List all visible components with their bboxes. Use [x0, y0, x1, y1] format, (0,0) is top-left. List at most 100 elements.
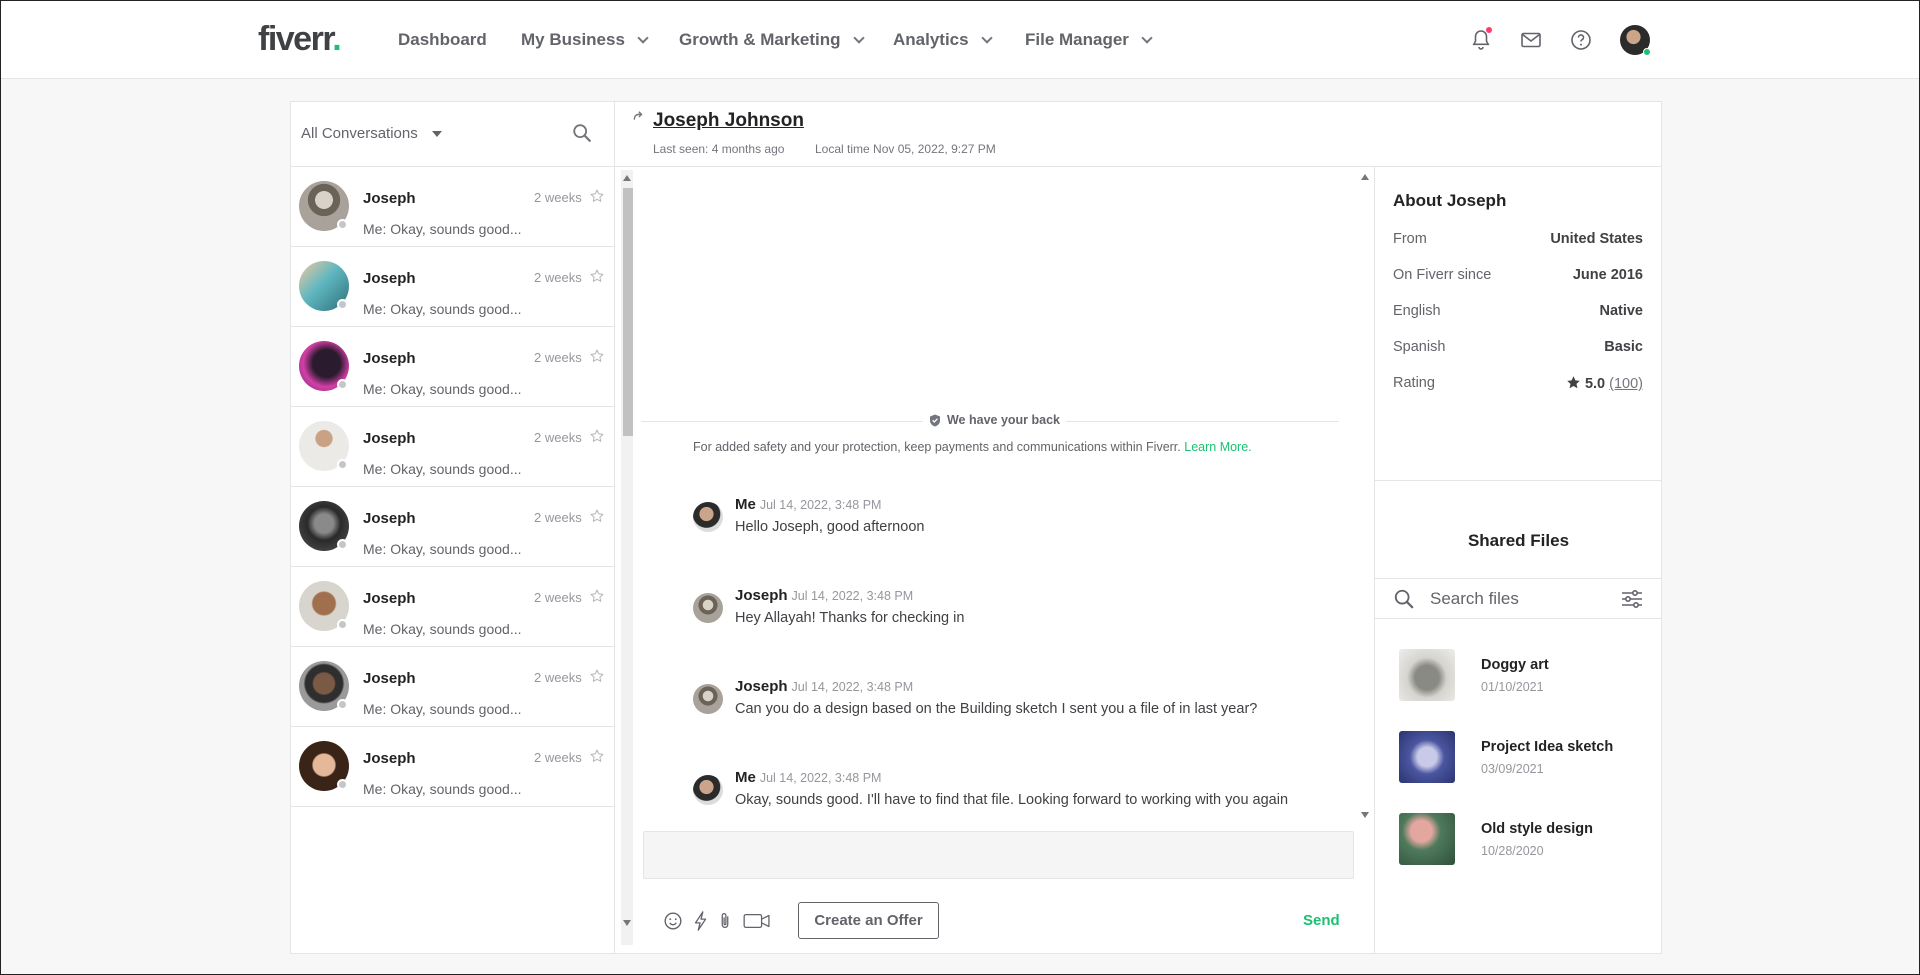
star-icon[interactable]	[589, 588, 605, 604]
conversation-list-panel: All Conversations Joseph 2 weeks Me: Oka…	[291, 102, 615, 953]
safety-notice-title: We have your back	[615, 413, 1374, 432]
shared-file-item[interactable]: Doggy art 01/10/2021	[1399, 649, 1649, 701]
shared-file-item[interactable]: Old style design 10/28/2020	[1399, 813, 1649, 865]
conversation-item[interactable]: Joseph 2 weeks Me: Okay, sounds good...	[291, 727, 614, 807]
conversation-item[interactable]: Joseph 2 weeks Me: Okay, sounds good...	[291, 167, 614, 247]
star-icon[interactable]	[589, 348, 605, 364]
shield-icon	[929, 414, 940, 426]
shared-file-item[interactable]: Project Idea sketch 03/09/2021	[1399, 731, 1649, 783]
conversation-name: Joseph	[363, 350, 416, 367]
chevron-down-icon	[980, 31, 993, 44]
sender-name: Me	[735, 769, 756, 786]
notification-dot	[1486, 27, 1492, 33]
video-call-icon[interactable]	[741, 910, 773, 932]
star-icon[interactable]	[589, 188, 605, 204]
scroll-up-arrow-icon[interactable]	[623, 175, 631, 181]
messages-scroll-up-arrow-icon[interactable]	[1361, 174, 1369, 180]
about-key: Rating	[1393, 375, 1435, 391]
conversation-item[interactable]: Joseph 2 weeks Me: Okay, sounds good...	[291, 567, 614, 647]
messages-scroll-down-arrow-icon[interactable]	[1361, 812, 1369, 818]
contact-name-link[interactable]: Joseph Johnson	[653, 110, 804, 132]
star-icon[interactable]	[589, 748, 605, 764]
nav-analytics[interactable]: Analytics	[893, 30, 993, 50]
about-key: On Fiverr since	[1393, 267, 1492, 283]
file-name: Doggy art	[1481, 657, 1549, 673]
nav-dashboard[interactable]: Dashboard	[398, 30, 487, 50]
file-date: 10/28/2020	[1481, 844, 1544, 858]
safety-body: For added safety and your protection, ke…	[693, 440, 1181, 454]
online-status-dot	[1643, 48, 1651, 56]
message-time: Jul 14, 2022, 3:48 PM	[759, 771, 882, 785]
conversation-list-scrollbar[interactable]	[621, 170, 633, 945]
message-text: Hey Allayah! Thanks for checking in	[735, 610, 965, 626]
search-icon[interactable]	[571, 122, 593, 144]
learn-more-link[interactable]: Learn More.	[1184, 440, 1251, 454]
file-thumbnail	[1399, 813, 1455, 865]
inbox-card: All Conversations Joseph 2 weeks Me: Oka…	[290, 101, 1662, 954]
chevron-down-icon	[637, 31, 649, 44]
about-value: United States	[1550, 231, 1643, 247]
offline-status-dot	[337, 699, 348, 710]
conversation-name: Joseph	[363, 670, 416, 687]
file-date: 03/09/2021	[1481, 762, 1544, 776]
safety-title-text: We have your back	[946, 413, 1060, 427]
conversation-preview: Me: Okay, sounds good...	[363, 701, 522, 717]
conversation-time: 2 weeks	[534, 750, 582, 765]
star-icon[interactable]	[589, 508, 605, 524]
rating-score: 5.0	[1584, 376, 1606, 392]
filter-settings-icon[interactable]	[1621, 589, 1643, 609]
conversation-preview: Me: Okay, sounds good...	[363, 221, 522, 237]
conversation-item[interactable]: Joseph 2 weeks Me: Okay, sounds good...	[291, 247, 614, 327]
nav-label: File Manager	[1025, 30, 1129, 49]
star-icon[interactable]	[589, 268, 605, 284]
file-thumbnail	[1399, 649, 1455, 701]
fiverr-logo[interactable]: fiverr.	[258, 20, 342, 59]
emoji-icon[interactable]	[662, 910, 684, 932]
nav-label: Growth & Marketing	[679, 30, 841, 49]
conversation-preview: Me: Okay, sounds good...	[363, 781, 522, 797]
about-row-since: On Fiverr since June 2016	[1393, 267, 1643, 283]
message-compose-input[interactable]	[643, 831, 1354, 879]
message-text: Okay, sounds good. I'll have to find tha…	[735, 792, 1289, 808]
scroll-thumb[interactable]	[623, 188, 633, 436]
sender-name: Joseph	[735, 678, 788, 695]
conversation-item[interactable]: Joseph 2 weeks Me: Okay, sounds good...	[291, 647, 614, 727]
conversation-preview: Me: Okay, sounds good...	[363, 301, 522, 317]
rating-count-link[interactable]: (100)	[1609, 376, 1643, 392]
help-icon[interactable]	[1569, 28, 1593, 52]
conversation-preview: Me: Okay, sounds good...	[363, 621, 522, 637]
star-icon[interactable]	[589, 668, 605, 684]
conversation-item[interactable]: Joseph 2 weeks Me: Okay, sounds good...	[291, 407, 614, 487]
conversation-preview: Me: Okay, sounds good...	[363, 381, 522, 397]
message-time: Jul 14, 2022, 3:48 PM	[791, 680, 914, 694]
offline-status-dot	[337, 219, 348, 230]
about-value: June 2016	[1572, 267, 1643, 283]
lightning-icon[interactable]	[690, 910, 712, 932]
last-seen-text: Last seen: 4 months ago	[653, 142, 785, 156]
nav-growth-marketing[interactable]: Growth & Marketing	[679, 30, 865, 50]
nav-label: Analytics	[893, 30, 969, 49]
chat-panel: Joseph Johnson Last seen: 4 months ago L…	[615, 102, 1661, 953]
mail-icon[interactable]	[1519, 28, 1543, 52]
create-offer-button[interactable]: Create an Offer	[798, 902, 939, 939]
attachment-icon[interactable]	[714, 910, 736, 932]
message-time: Jul 14, 2022, 3:48 PM	[791, 589, 914, 603]
file-name: Project Idea sketch	[1481, 739, 1614, 755]
conversation-name: Joseph	[363, 190, 416, 207]
offline-status-dot	[337, 459, 348, 470]
about-key: English	[1393, 303, 1441, 319]
scroll-down-arrow-icon[interactable]	[623, 920, 631, 926]
files-search-input[interactable]	[1430, 587, 1610, 611]
conversation-filter-dropdown[interactable]: All Conversations	[301, 125, 442, 142]
message-time: Jul 14, 2022, 3:48 PM	[759, 498, 882, 512]
send-button[interactable]: Send	[1303, 912, 1340, 929]
star-icon[interactable]	[589, 428, 605, 444]
offline-status-dot	[337, 299, 348, 310]
nav-file-manager[interactable]: File Manager	[1025, 30, 1153, 50]
conversation-time: 2 weeks	[534, 430, 582, 445]
back-arrow-icon[interactable]	[631, 110, 645, 124]
nav-my-business[interactable]: My Business	[521, 30, 649, 50]
conversation-item[interactable]: Joseph 2 weeks Me: Okay, sounds good...	[291, 327, 614, 407]
conversation-item[interactable]: Joseph 2 weeks Me: Okay, sounds good...	[291, 487, 614, 567]
nav-label: My Business	[521, 30, 625, 49]
